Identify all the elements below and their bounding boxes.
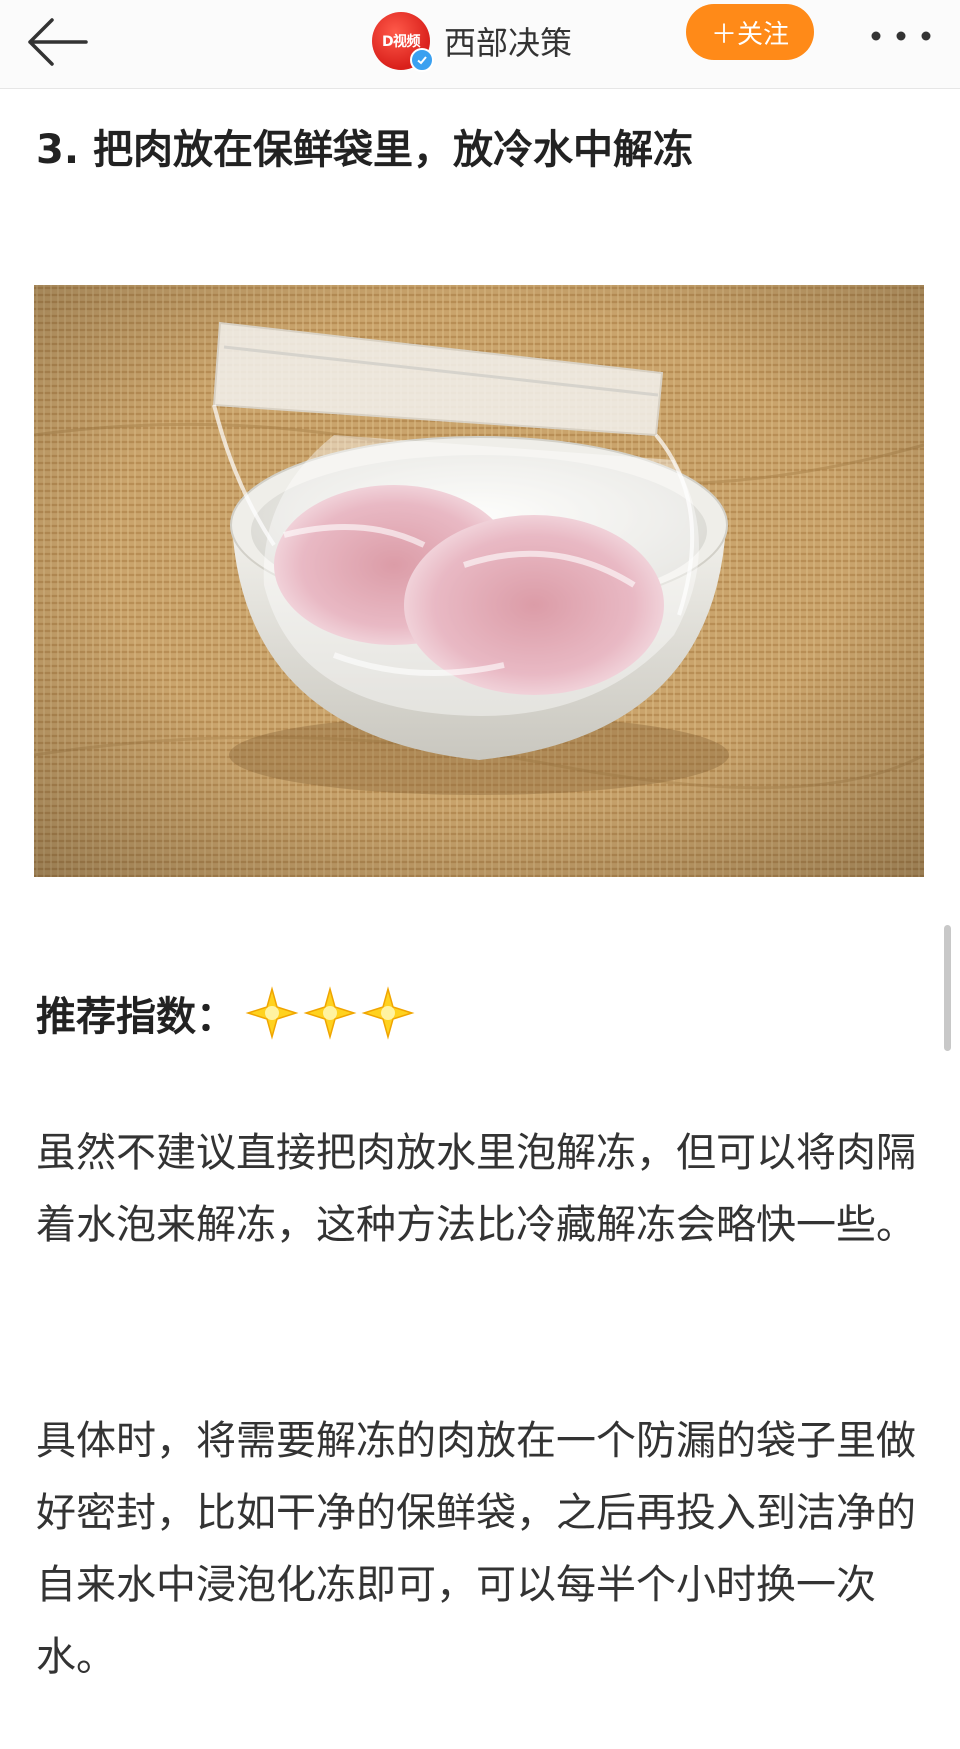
scrollbar-thumb[interactable]: [944, 925, 951, 1051]
sparkle-star-icon: [361, 986, 415, 1040]
sparkle-star-icon: [303, 986, 357, 1040]
top-nav-bar: D视频 西部决策 ＋关注: [0, 0, 960, 89]
rating-label: 推荐指数：: [36, 994, 236, 1040]
avatar-badge-text: D视频: [381, 34, 421, 50]
author-info[interactable]: D视频 西部决策: [372, 8, 572, 74]
ellipsis-icon: [871, 31, 931, 41]
arrow-left-icon: [28, 18, 88, 66]
article-photo[interactable]: [34, 285, 924, 877]
step-title: 3. 把肉放在保鲜袋里，放冷水中解冻: [36, 127, 693, 173]
more-options-button[interactable]: [866, 16, 936, 56]
recommendation-rating: 推荐指数：: [36, 978, 416, 1048]
author-name[interactable]: 西部决策: [444, 18, 572, 64]
article-paragraph: 虽然不建议直接把肉放水里泡解冻，但可以将肉隔着水泡来解冻，这种方法比冷藏解冻会略…: [36, 1130, 916, 1248]
photo-frozen-meat-in-bag: [34, 285, 924, 877]
sparkle-star-icon: [245, 986, 299, 1040]
article-paragraph: 具体时，将需要解冻的肉放在一个防漏的袋子里做好密封，比如干净的保鲜袋，之后再投入…: [36, 1418, 916, 1680]
follow-button[interactable]: ＋关注: [686, 4, 814, 60]
back-button[interactable]: [20, 10, 96, 74]
avatar[interactable]: D视频: [372, 12, 434, 72]
verified-check-icon: [410, 48, 434, 72]
rating-stars: [244, 985, 416, 1041]
